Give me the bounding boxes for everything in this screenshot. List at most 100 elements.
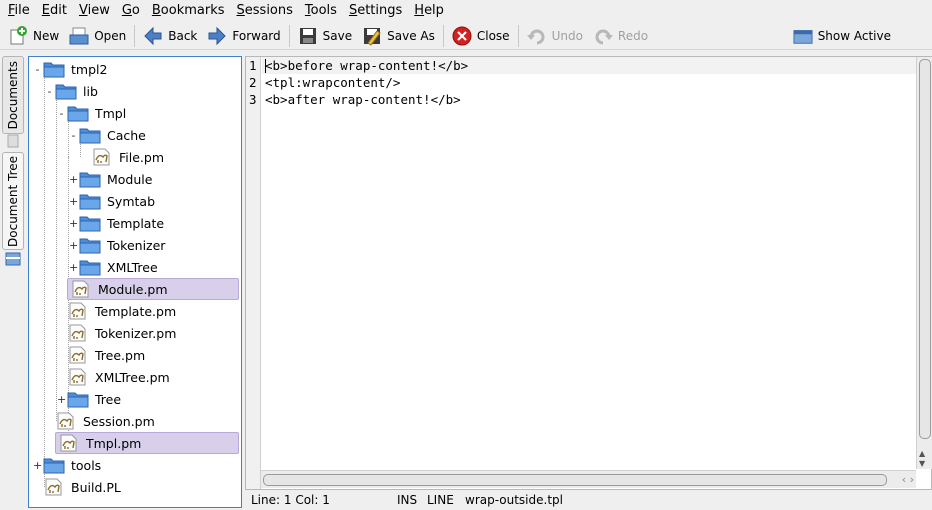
folder-icon — [79, 238, 101, 254]
tree-item[interactable]: XMLTree.pm — [67, 366, 170, 388]
code-area[interactable]: <b>before wrap-content!</b> <tpl:wrapcon… — [265, 57, 468, 108]
tree-item[interactable]: Tmpl — [67, 102, 126, 124]
tab-documents-label: Documents — [6, 60, 20, 130]
folder-icon — [79, 260, 101, 276]
close-button[interactable]: Close — [447, 23, 515, 49]
toolbar-separator — [517, 24, 519, 47]
tree-item-label: XMLTree — [107, 259, 158, 275]
code-line: <b>before wrap-content!</b> — [265, 58, 469, 73]
tree-item-label: XMLTree.pm — [95, 369, 170, 385]
expand-icon[interactable]: + — [69, 262, 78, 273]
tree-item[interactable]: Tokenizer — [79, 234, 165, 256]
collapse-icon[interactable]: - — [57, 108, 66, 119]
horizontal-scrollbar[interactable]: ‹ › — [261, 470, 916, 488]
perl-file-icon — [69, 368, 86, 386]
tree-item-label: Tmpl.pm — [86, 435, 142, 451]
arrow-right-icon — [207, 26, 227, 46]
scroll-left-right-arrows-icon[interactable]: ‹ › — [902, 473, 914, 486]
tree-item[interactable]: Module.pm — [67, 278, 239, 300]
selection-mode-indicator[interactable]: LINE — [427, 493, 465, 507]
vertical-scroll-thumb[interactable] — [919, 59, 931, 439]
forward-button[interactable]: Forward — [202, 23, 285, 49]
tab-document-tree[interactable]: Document Tree — [2, 152, 24, 250]
perl-file-icon — [72, 280, 89, 298]
tree-item[interactable]: Tree.pm — [67, 344, 145, 366]
insert-mode-indicator[interactable]: INS — [397, 493, 427, 507]
menu-file[interactable]: File — [2, 0, 36, 22]
menu-view[interactable]: View — [73, 0, 116, 22]
tree-item[interactable]: Tree — [67, 388, 121, 410]
scroll-up-arrow-icon[interactable]: ▲ — [919, 449, 925, 458]
menu-tools[interactable]: Tools — [299, 0, 343, 22]
new-document-icon — [8, 25, 28, 46]
tree-item[interactable]: lib — [55, 80, 98, 102]
tree-item-label: Build.PL — [71, 479, 121, 495]
save-button[interactable]: Save — [293, 23, 357, 49]
new-button[interactable]: New — [3, 23, 64, 49]
folder-icon — [55, 84, 77, 100]
documents-tab-icon — [7, 134, 19, 148]
new-button-label: New — [33, 28, 60, 43]
tree-item[interactable]: Template.pm — [67, 300, 176, 322]
undo-button-label: Undo — [551, 28, 583, 43]
tab-documents[interactable]: Documents — [2, 56, 24, 134]
tree-item[interactable]: Tmpl.pm — [55, 432, 239, 454]
expand-icon[interactable]: + — [69, 174, 78, 185]
tree-item-label: tools — [71, 457, 102, 473]
open-folder-icon — [69, 26, 89, 46]
undo-button[interactable]: Undo — [522, 23, 588, 49]
status-bar: Line: 1 Col: 1 INS LINE wrap-outside.tpl — [245, 490, 932, 510]
menu-sessions[interactable]: Sessions — [231, 0, 299, 22]
redo-button[interactable]: Redo — [588, 23, 653, 49]
undo-icon — [526, 26, 547, 46]
menu-help[interactable]: Help — [408, 0, 450, 22]
vertical-scrollbar[interactable]: ▲ ▼ — [916, 57, 932, 469]
expand-icon[interactable]: + — [33, 460, 42, 471]
perl-file-icon — [69, 302, 86, 320]
open-button[interactable]: Open — [64, 23, 131, 49]
redo-button-label: Redo — [617, 28, 649, 43]
tree-item-label: Tmpl — [95, 105, 127, 121]
expand-icon[interactable]: + — [69, 240, 78, 251]
tree-item[interactable]: Symtab — [79, 190, 155, 212]
menu-bookmarks[interactable]: Bookmarks — [146, 0, 231, 22]
tree-item[interactable]: Build.PL — [43, 476, 121, 498]
code-editor[interactable]: 1 2 3 <b>before wrap-content!</b> <tpl:w… — [245, 56, 932, 490]
save-as-button-label: Save As — [387, 28, 435, 43]
tree-guide-line — [56, 91, 57, 421]
tree-item-label: lib — [83, 83, 98, 99]
tree-item[interactable]: tmpl2 — [43, 58, 107, 80]
folder-icon — [79, 216, 101, 232]
menu-go[interactable]: Go — [116, 0, 146, 22]
tree-item[interactable]: Cache — [79, 124, 146, 146]
tree-item[interactable]: Tokenizer.pm — [67, 322, 176, 344]
horizontal-scroll-thumb[interactable] — [263, 474, 887, 486]
tree-item[interactable]: tools — [43, 454, 101, 476]
collapse-icon[interactable]: - — [33, 64, 42, 75]
expand-icon[interactable]: + — [69, 196, 78, 207]
tree-item[interactable]: Template — [79, 212, 164, 234]
tree-item-label: Module.pm — [98, 281, 168, 297]
tree-item[interactable]: Module — [79, 168, 152, 190]
perl-file-icon — [69, 346, 86, 364]
expand-icon[interactable]: + — [57, 394, 66, 405]
folder-icon — [79, 128, 101, 144]
text-cursor — [265, 59, 266, 73]
menu-edit[interactable]: Edit — [36, 0, 73, 22]
menu-settings[interactable]: Settings — [343, 0, 408, 22]
tree-item[interactable]: XMLTree — [79, 256, 158, 278]
show-active-label: Show Active — [817, 28, 891, 43]
tree-item[interactable]: File.pm — [91, 146, 164, 168]
side-tab-bar: Documents Document Tree — [0, 54, 26, 510]
tree-item[interactable]: Session.pm — [55, 410, 155, 432]
scroll-down-arrow-icon[interactable]: ▼ — [919, 459, 925, 468]
show-active-button[interactable]: Show Active — [788, 23, 896, 49]
menu-bar: File Edit View Go Bookmarks Sessions Too… — [0, 0, 932, 22]
save-as-button[interactable]: Save As — [357, 23, 440, 49]
toolbar-separator — [442, 24, 444, 47]
back-button[interactable]: Back — [138, 23, 202, 49]
document-tree-panel[interactable]: - tmpl2 - lib - Tmpl - Cache File.pm + Module + Symt… — [28, 56, 242, 508]
collapse-icon[interactable]: - — [69, 130, 78, 141]
expand-icon[interactable]: + — [69, 218, 78, 229]
collapse-icon[interactable]: - — [45, 86, 54, 97]
